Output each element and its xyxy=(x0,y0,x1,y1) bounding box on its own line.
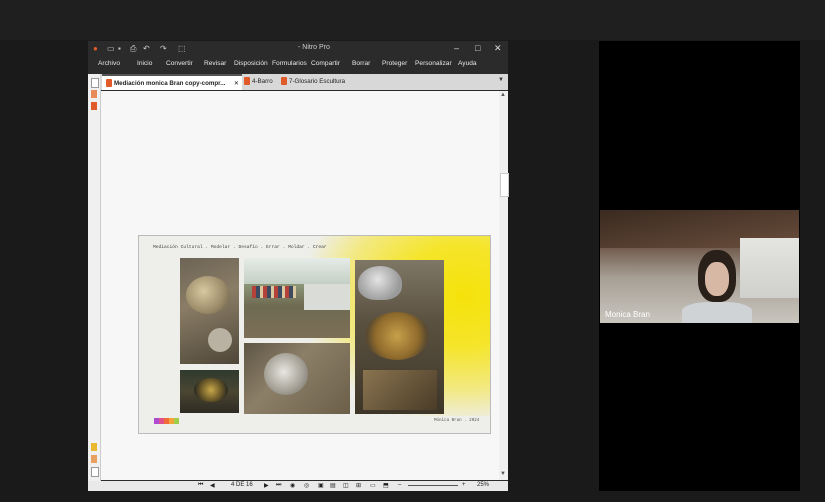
single-page-icon[interactable]: ▣ xyxy=(318,482,324,489)
doc-tab-label: 7-Glosario Escultura xyxy=(289,78,346,85)
last-page-icon[interactable]: ⏭ xyxy=(276,482,281,489)
pdf-page: Mediación Cultural . Modelar . Desafío .… xyxy=(138,235,491,434)
page-indicator[interactable]: 4 DE 16 xyxy=(231,482,253,488)
continuous-icon[interactable]: ▤ xyxy=(330,482,336,489)
nitro-pro-window: ● ▭ ▪ ⎙ ↶ ↷ ⬚ - Nitro Pro – □ ✕ Archivo … xyxy=(88,41,509,491)
attachments-icon[interactable] xyxy=(91,90,97,98)
doc-tab-glosario[interactable]: 7-Glosario Escultura xyxy=(281,74,345,90)
zoom-in-icon[interactable]: + xyxy=(462,482,466,488)
status-bar: ⏮ ◀ 4 DE 16 ▶ ⏭ ◉ ◎ ▣ ▤ ◫ ⊞ ▭ ⬒ – + 25% xyxy=(88,481,508,491)
next-page-icon[interactable]: ▶ xyxy=(264,482,269,489)
ribbon-tab-compartir[interactable]: Compartir xyxy=(311,60,340,67)
photo-tray-on-fire xyxy=(355,260,444,414)
save-icon[interactable]: ▪ xyxy=(118,44,126,53)
undo-icon[interactable]: ↶ xyxy=(143,44,151,53)
photo-river-group xyxy=(244,258,350,338)
open-folder-icon[interactable]: ▭ xyxy=(107,44,115,53)
zoom-slider[interactable] xyxy=(408,485,458,486)
pdf-icon xyxy=(281,77,287,86)
facing-icon[interactable]: ◫ xyxy=(343,482,349,489)
ribbon-tab-formularios[interactable]: Formularios xyxy=(272,60,307,67)
ribbon-tab-proteger[interactable]: Proteger xyxy=(382,60,407,67)
ribbon-tab-archivo[interactable]: Archivo xyxy=(98,60,120,67)
participant-shirt xyxy=(682,302,752,323)
pages-panel-icon[interactable] xyxy=(91,78,99,88)
photo-clay-pot xyxy=(180,258,239,364)
close-tab-icon[interactable]: ✕ xyxy=(234,76,239,91)
ribbon-tab-borrar[interactable]: Borrar xyxy=(352,60,370,67)
prev-page-icon[interactable]: ◀ xyxy=(210,482,215,489)
ribbon-menu: Archivo Inicio Convertir Revisar Disposi… xyxy=(88,57,508,72)
doc-tab-barro[interactable]: 4-Barro xyxy=(244,74,273,90)
pdf-icon xyxy=(244,77,250,86)
left-panel-strip xyxy=(88,74,101,481)
fit-width-icon[interactable]: ⬒ xyxy=(383,482,389,489)
page-header-text: Mediación Cultural . Modelar . Desafío .… xyxy=(153,245,327,250)
facing-continuous-icon[interactable]: ⊞ xyxy=(356,482,361,489)
palette-swatch xyxy=(174,418,179,424)
scroll-down-icon[interactable]: ▼ xyxy=(500,471,506,477)
page-footer-text: Mónica Bran . 2024 xyxy=(434,419,480,423)
first-page-icon[interactable]: ⏮ xyxy=(198,482,203,489)
tab-list-chevron-icon[interactable]: ▼ xyxy=(498,77,504,83)
back-view-icon[interactable]: ◉ xyxy=(290,482,295,489)
comments-icon[interactable] xyxy=(91,443,97,451)
photo-pot-cooking xyxy=(180,370,239,413)
pdf-icon xyxy=(106,79,112,88)
close-icon[interactable]: ✕ xyxy=(494,43,502,54)
ribbon-tab-revisar[interactable]: Revisar xyxy=(204,60,226,67)
ribbon-tab-inicio[interactable]: Inicio xyxy=(137,60,152,67)
doc-tab-mediacion[interactable]: Mediación monica Bran copy-compr... ✕ xyxy=(102,74,242,90)
minimize-icon[interactable]: – xyxy=(454,43,459,53)
redo-icon[interactable]: ↷ xyxy=(160,44,168,53)
scrollbar-thumb[interactable] xyxy=(500,173,509,197)
scroll-up-icon[interactable]: ▲ xyxy=(500,92,506,98)
window-background xyxy=(740,238,799,298)
nitro-logo-icon: ● xyxy=(93,44,98,53)
signatures-icon[interactable] xyxy=(91,455,97,463)
bookmarks-icon[interactable] xyxy=(91,102,97,110)
ribbon-tab-personalizar[interactable]: Personalizar xyxy=(415,60,452,67)
select-icon[interactable]: ⬚ xyxy=(178,44,186,53)
maximize-icon[interactable]: □ xyxy=(475,43,480,53)
meeting-top-bar xyxy=(0,0,825,40)
vertical-scrollbar[interactable]: ▲ ▼ xyxy=(499,91,509,480)
participant-name: Monica Bran xyxy=(605,310,650,319)
zoom-level[interactable]: 25% xyxy=(477,482,489,488)
app-title: - Nitro Pro xyxy=(298,44,330,51)
output-icon[interactable] xyxy=(91,467,99,477)
doc-tab-label: Mediación monica Bran copy-compr... xyxy=(114,80,226,87)
quick-access-toolbar: ● ▭ ▪ ⎙ ↶ ↷ ⬚ - Nitro Pro – □ ✕ xyxy=(88,41,508,57)
doc-tab-label: 4-Barro xyxy=(252,78,273,85)
ribbon-tab-ayuda[interactable]: Ayuda xyxy=(458,60,477,67)
document-tab-bar: Mediación monica Bran copy-compr... ✕ 4-… xyxy=(100,74,508,90)
participant-video[interactable]: Monica Bran xyxy=(600,210,799,323)
document-viewport[interactable]: Mediación Cultural . Modelar . Desafío .… xyxy=(101,91,499,480)
zoom-out-icon[interactable]: – xyxy=(398,482,401,488)
photo-metal-can xyxy=(244,343,350,414)
forward-view-icon[interactable]: ◎ xyxy=(304,482,309,489)
ribbon-tab-convertir[interactable]: Convertir xyxy=(166,60,193,67)
fit-page-icon[interactable]: ▭ xyxy=(370,482,376,489)
print-icon[interactable]: ⎙ xyxy=(130,44,138,53)
ribbon-tab-disposicion[interactable]: Disposición xyxy=(234,60,268,67)
participant-face xyxy=(705,262,729,296)
